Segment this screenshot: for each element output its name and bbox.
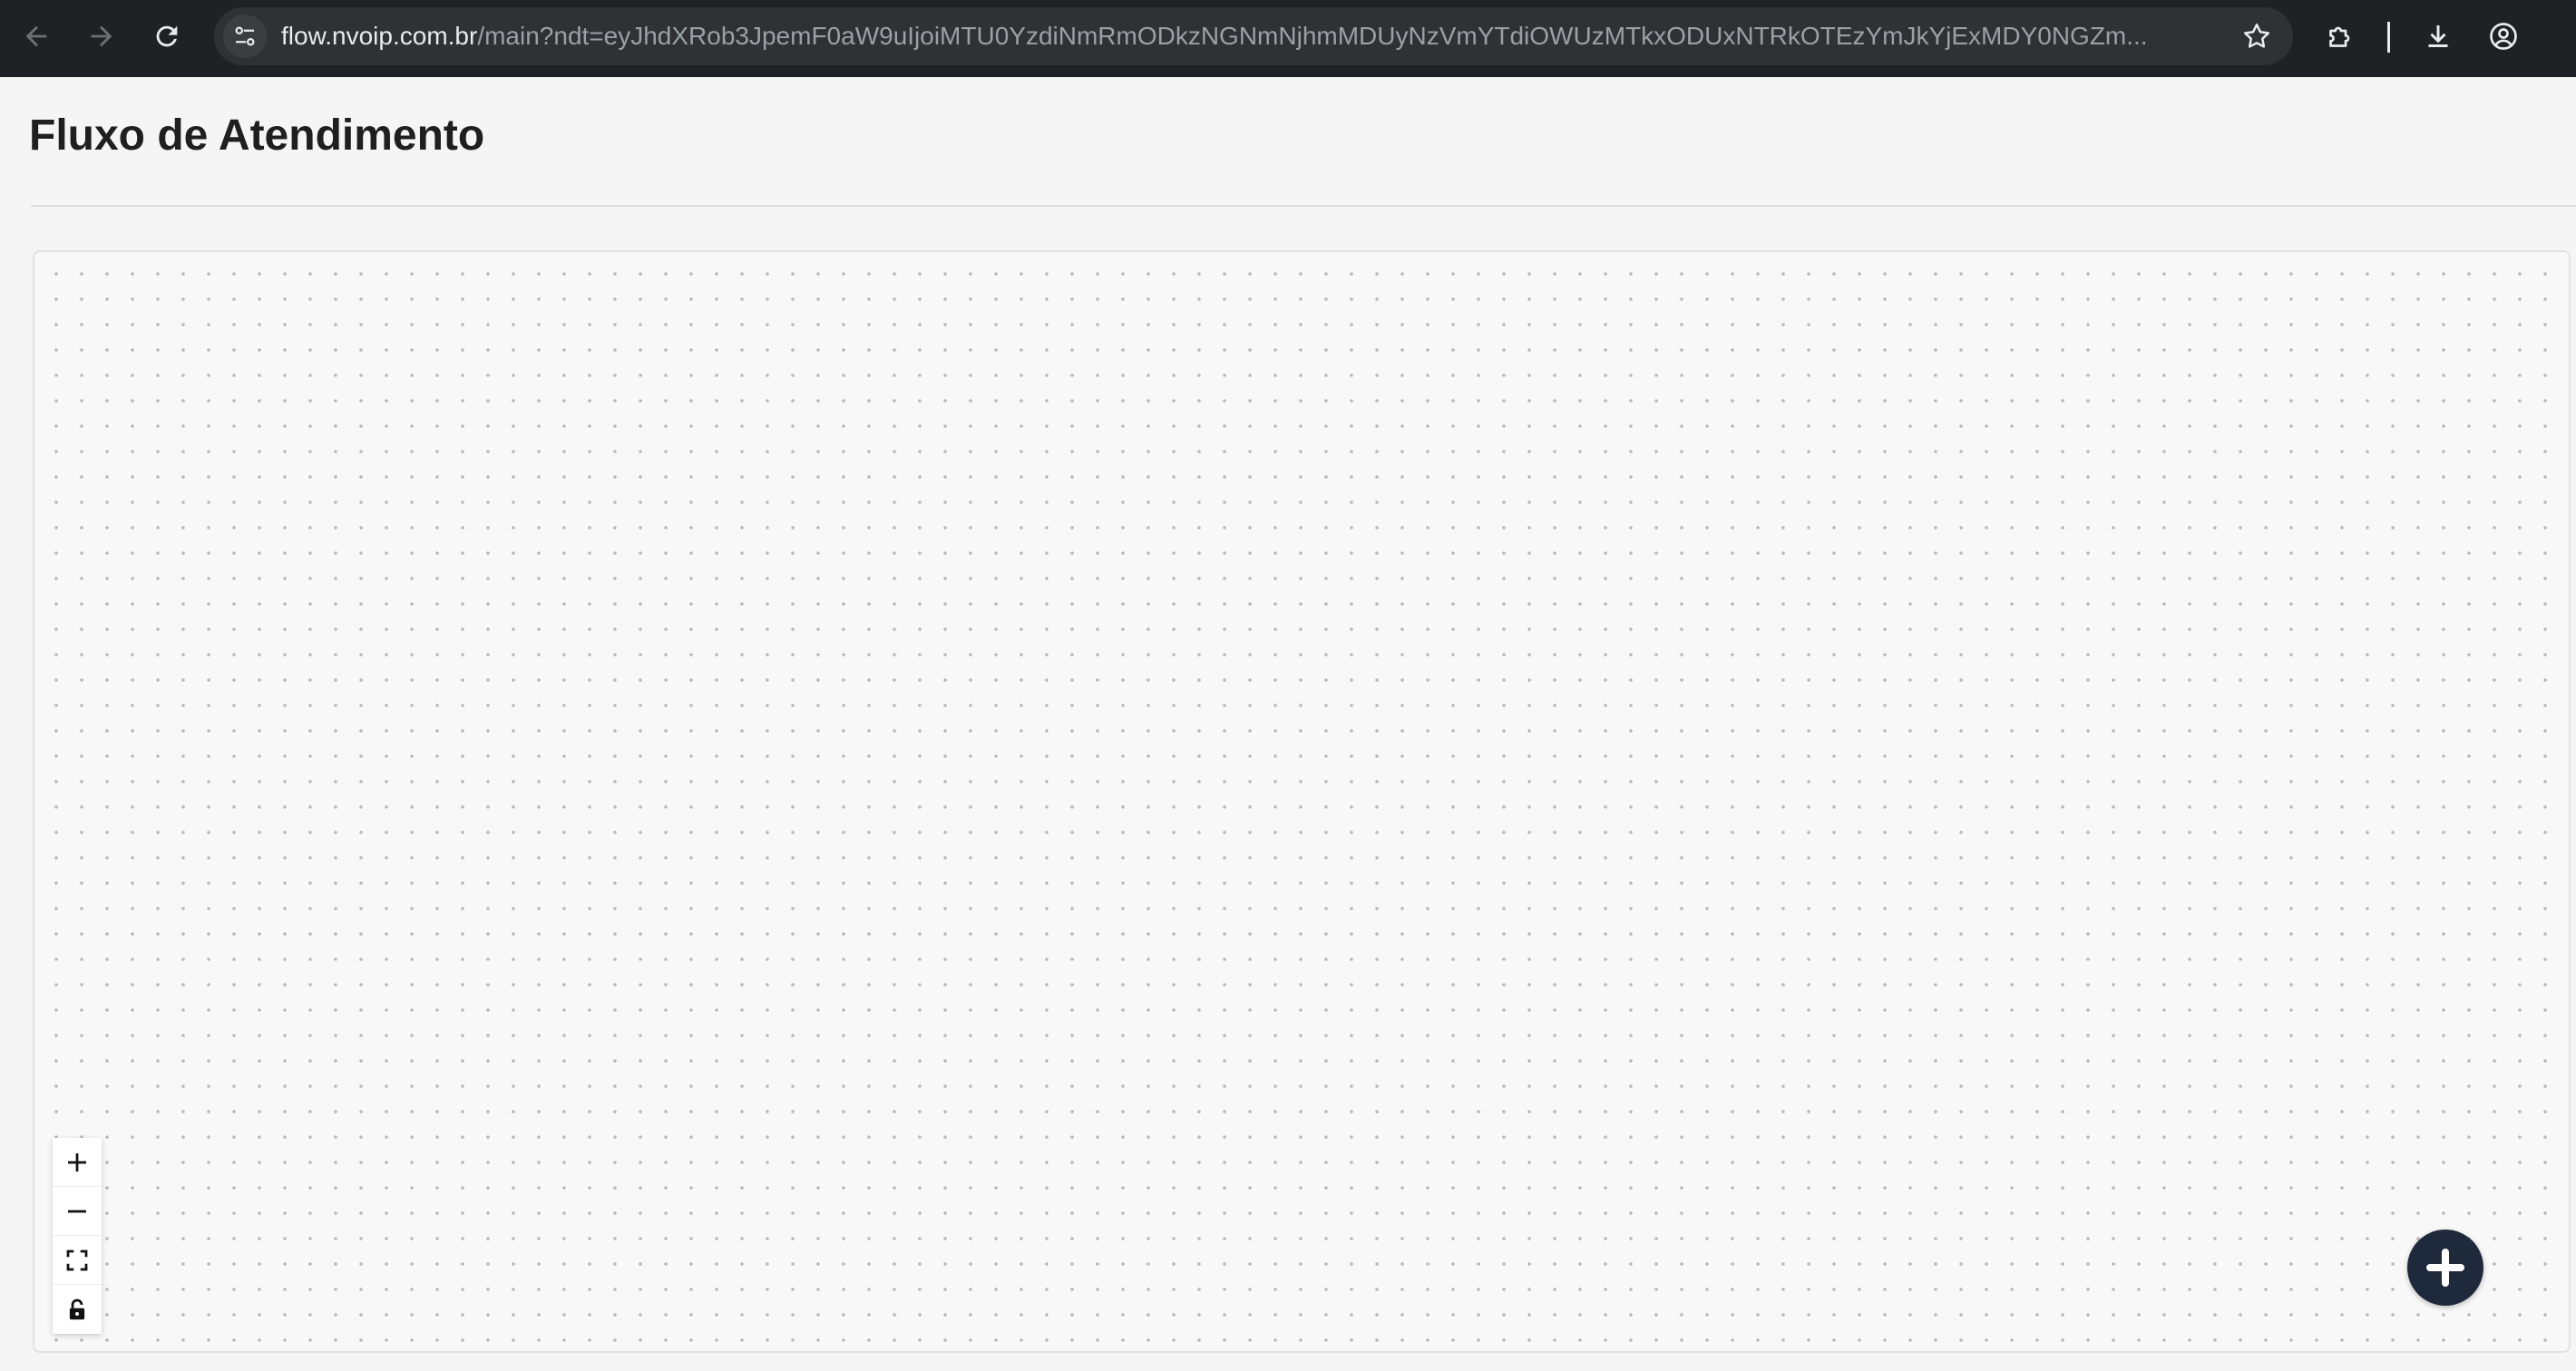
lock-button[interactable]	[53, 1285, 102, 1334]
url-text[interactable]: flow.nvoip.com.br/main?ndt=eyJhdXRob3Jpe…	[281, 7, 2186, 65]
download-icon	[2428, 25, 2448, 47]
reload-button[interactable]	[147, 16, 187, 56]
extensions-button[interactable]	[2320, 16, 2360, 56]
back-button[interactable]	[16, 16, 56, 56]
puzzle-icon	[2329, 26, 2350, 47]
site-info-button[interactable]	[223, 15, 267, 58]
flow-canvas[interactable]	[33, 250, 2571, 1353]
add-node-button[interactable]	[2407, 1230, 2483, 1306]
fit-view-button[interactable]	[53, 1236, 102, 1285]
downloads-button[interactable]	[2418, 16, 2458, 56]
profile-button[interactable]	[2483, 16, 2523, 56]
plus-icon	[68, 1152, 86, 1172]
forward-button[interactable]	[82, 16, 122, 56]
canvas-controls	[53, 1138, 102, 1334]
arrow-back-icon	[25, 25, 47, 47]
zoom-out-button[interactable]	[53, 1187, 102, 1236]
lock-icon	[69, 1298, 85, 1320]
plus-icon	[2426, 1249, 2464, 1287]
star-icon[interactable]	[2240, 20, 2273, 53]
title-divider	[31, 205, 2576, 207]
account-icon	[2490, 23, 2517, 50]
reload-icon	[156, 25, 178, 47]
tune-icon	[235, 26, 255, 46]
browser-toolbar: flow.nvoip.com.br/main?ndt=eyJhdXRob3Jpe…	[0, 0, 2576, 77]
toolbar-separator	[2387, 22, 2390, 53]
page-title: Fluxo de Atendimento	[29, 112, 485, 160]
url-path: /main?ndt=eyJhdXRob3JpemF0aW9uIjoiMTU0Yz…	[477, 22, 2148, 50]
arrow-forward-icon	[91, 25, 112, 47]
minus-icon	[68, 1210, 86, 1212]
fit-view-icon	[66, 1249, 88, 1270]
url-host: flow.nvoip.com.br	[281, 22, 478, 50]
address-bar[interactable]: flow.nvoip.com.br/main?ndt=eyJhdXRob3Jpe…	[214, 7, 2293, 65]
zoom-in-button[interactable]	[53, 1138, 102, 1187]
